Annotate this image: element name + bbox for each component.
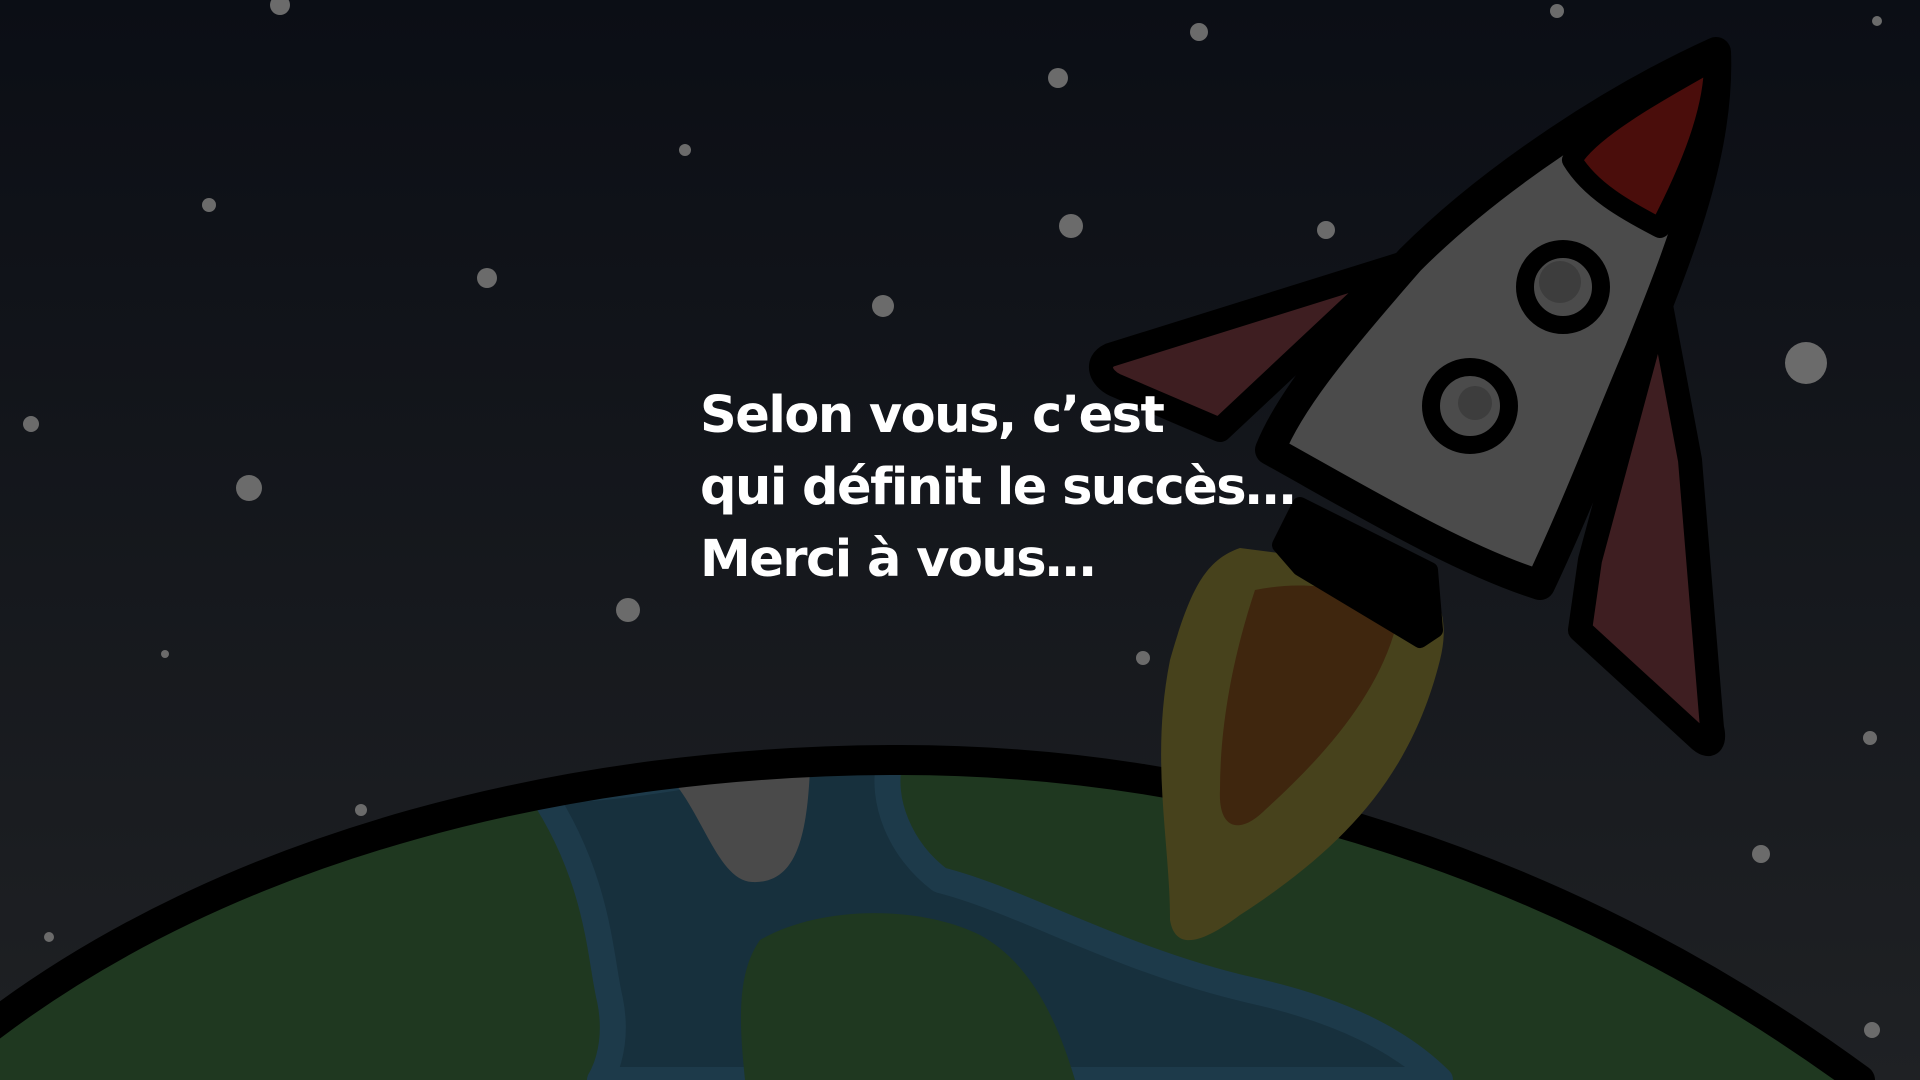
star-icon: [161, 650, 169, 658]
star-icon: [23, 416, 39, 432]
star-icon: [236, 475, 262, 501]
star-icon: [1059, 214, 1083, 238]
star-icon: [355, 804, 367, 816]
star-icon: [1872, 16, 1882, 26]
star-icon: [1136, 651, 1150, 665]
star-icon: [1317, 221, 1335, 239]
headline-line-2: qui définit le succès…: [700, 458, 1296, 517]
star-icon: [616, 598, 640, 622]
slide-canvas: Selon vous, c’est qui définit le succès……: [0, 0, 1920, 1080]
star-icon: [872, 295, 894, 317]
star-icon: [1752, 845, 1770, 863]
star-icon: [1785, 342, 1827, 384]
headline-line-1: Selon vous, c’est: [700, 386, 1165, 445]
star-icon: [679, 144, 691, 156]
headline-line-3: Merci à vous…: [700, 530, 1096, 589]
star-icon: [1550, 4, 1564, 18]
star-icon: [202, 198, 216, 212]
star-icon: [1864, 1022, 1880, 1038]
star-icon: [1863, 731, 1877, 745]
star-icon: [477, 268, 497, 288]
star-icon: [1190, 23, 1208, 41]
star-icon: [1048, 68, 1068, 88]
slide-headline: Selon vous, c’est qui définit le succès……: [700, 380, 1296, 596]
star-icon: [44, 932, 54, 942]
